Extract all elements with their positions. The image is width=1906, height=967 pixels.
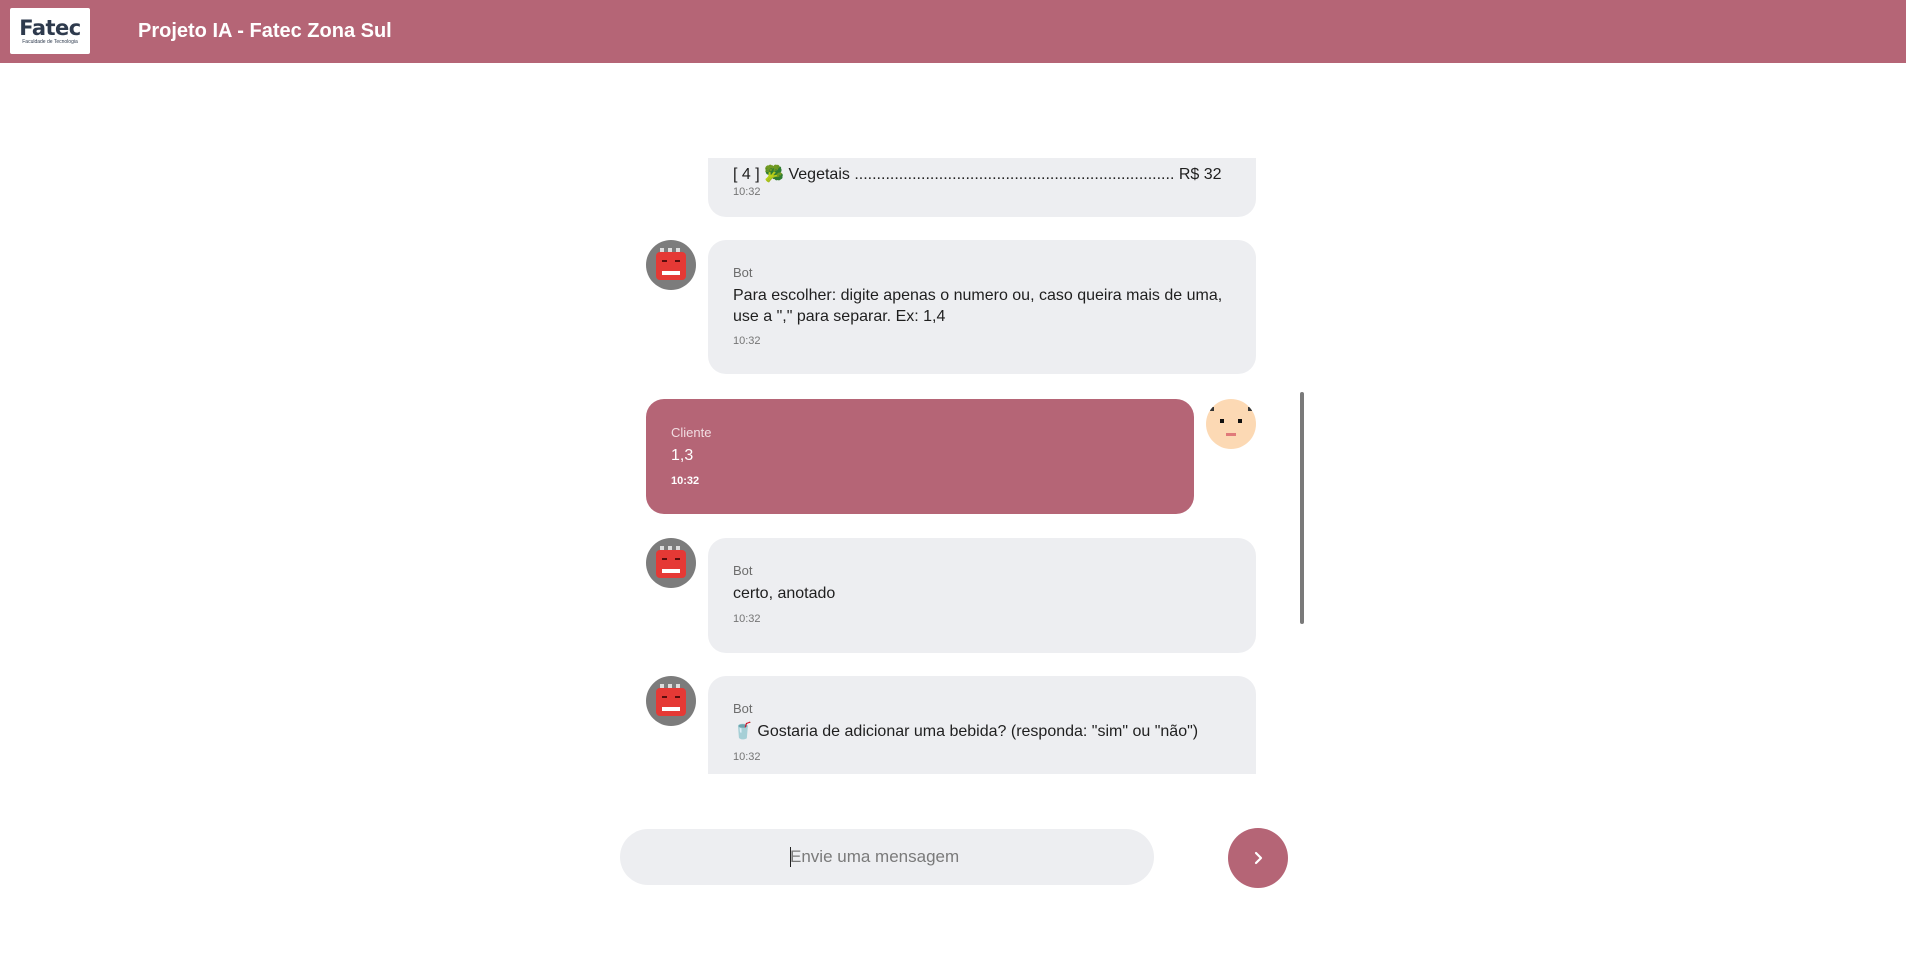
message-bubble-bot: [ 4 ] 🥦 Vegetais .......................… xyxy=(708,158,1256,217)
message-sender: Bot xyxy=(733,265,753,280)
bot-avatar-icon xyxy=(646,240,696,290)
message-time: 10:32 xyxy=(733,613,761,625)
app-title: Projeto IA - Fatec Zona Sul xyxy=(138,20,392,42)
top-bar: Fatec Faculdade de Tecnologia Projeto IA… xyxy=(0,0,1906,63)
message-bubble-bot: Bot certo, anotado 10:32 xyxy=(708,538,1256,653)
message-composer xyxy=(620,829,1154,885)
chat-scrollbar[interactable] xyxy=(1300,392,1304,624)
message-sender: Cliente xyxy=(671,425,712,440)
message-time: 10:32 xyxy=(733,186,761,198)
chevron-right-icon xyxy=(1254,851,1263,865)
message-bubble-user: Cliente 1,3 10:32 xyxy=(646,399,1194,514)
send-button[interactable] xyxy=(1228,828,1288,888)
text-caret xyxy=(790,847,791,867)
message-time: 10:32 xyxy=(671,475,700,487)
message-time: 10:32 xyxy=(733,751,761,763)
message-input[interactable] xyxy=(790,829,1130,885)
face-avatar-icon xyxy=(1206,399,1256,449)
message-sender: Bot xyxy=(733,563,753,578)
logo-text: Fatec xyxy=(19,16,81,40)
message-text: Para escolher: digite apenas o numero ou… xyxy=(733,287,1223,325)
bot-avatar-icon xyxy=(646,538,696,588)
bot-avatar-icon xyxy=(646,676,696,726)
chat-window[interactable]: [ 4 ] 🥦 Vegetais .......................… xyxy=(646,158,1256,774)
message-text: [ 4 ] 🥦 Vegetais .......................… xyxy=(733,166,1222,183)
fatec-logo: Fatec Faculdade de Tecnologia xyxy=(10,8,90,54)
message-bubble-bot: Bot Para escolher: digite apenas o numer… xyxy=(708,240,1256,374)
message-text: certo, anotado xyxy=(733,585,836,602)
message-text: 🥤 Gostaria de adicionar uma bebida? (res… xyxy=(733,723,1199,740)
message-sender: Bot xyxy=(733,701,753,716)
logo-subtext: Faculdade de Tecnologia xyxy=(22,39,78,45)
message-bubble-bot: Bot 🥤 Gostaria de adicionar uma bebida? … xyxy=(708,676,1256,774)
message-time: 10:32 xyxy=(733,335,761,347)
message-text: 1,3 xyxy=(671,447,694,464)
